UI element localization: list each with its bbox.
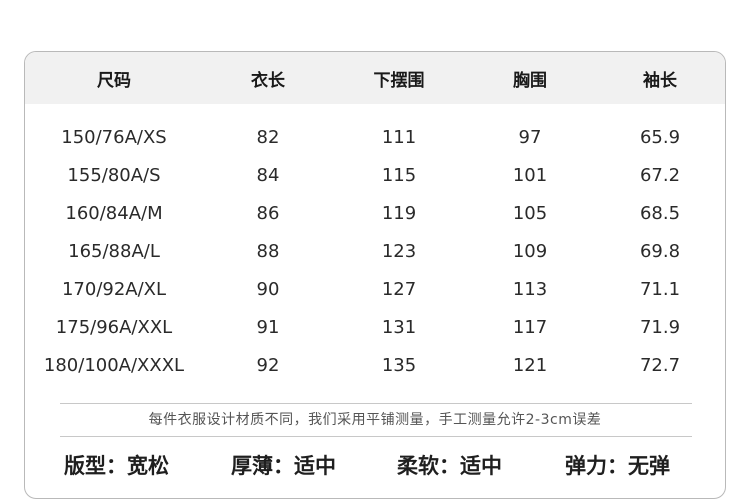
cell-sleeve: 67.2 — [639, 165, 681, 186]
cell-chest: 109 — [512, 241, 548, 262]
cell-hem: 119 — [381, 203, 417, 224]
cell-sleeve: 69.8 — [639, 241, 681, 262]
cell-hem: 111 — [381, 127, 417, 148]
cell-hem: 123 — [381, 241, 417, 262]
cell-length: 82 — [256, 127, 280, 148]
cell-size: 150/76A/XS — [61, 127, 167, 148]
cell-length: 84 — [256, 165, 280, 186]
cell-size: 180/100A/XXXL — [43, 355, 185, 376]
cell-hem: 115 — [381, 165, 417, 186]
cell-sleeve: 72.7 — [639, 355, 681, 376]
fabric-properties: 版型：宽松 厚薄：适中 柔软：适中 弹力：无弹 — [25, 450, 725, 484]
cell-chest: 97 — [518, 127, 542, 148]
cell-sleeve: 71.1 — [639, 279, 681, 300]
property-fit: 版型：宽松 — [64, 454, 169, 478]
table-row: 150/76A/XS 82 111 97 65.9 — [25, 123, 725, 153]
property-softness: 柔软：适中 — [397, 454, 502, 478]
table-row: 160/84A/M 86 119 105 68.5 — [25, 199, 725, 229]
property-thickness: 厚薄：适中 — [231, 454, 336, 478]
divider-top — [60, 403, 692, 404]
cell-chest: 105 — [512, 203, 548, 224]
cell-length: 92 — [256, 355, 280, 376]
cell-length: 91 — [256, 317, 280, 338]
cell-size: 160/84A/M — [65, 203, 163, 224]
cell-hem: 127 — [381, 279, 417, 300]
table-row: 180/100A/XXXL 92 135 121 72.7 — [25, 351, 725, 381]
cell-chest: 117 — [512, 317, 548, 338]
table-row: 165/88A/L 88 123 109 69.8 — [25, 237, 725, 267]
header-length: 衣长 — [251, 71, 285, 91]
cell-size: 155/80A/S — [67, 165, 161, 186]
divider-bottom — [60, 436, 692, 437]
header-chest: 胸围 — [513, 71, 547, 91]
measurement-note: 每件衣服设计材质不同，我们采用平铺测量，手工测量允许2-3cm误差 — [148, 412, 602, 428]
property-elasticity: 弹力：无弹 — [565, 454, 670, 478]
cell-hem: 131 — [381, 317, 417, 338]
cell-size: 165/88A/L — [68, 241, 160, 262]
cell-chest: 121 — [512, 355, 548, 376]
header-hem: 下摆围 — [373, 71, 425, 91]
size-chart-card: 尺码 衣长 下摆围 胸围 袖长 150/76A/XS 82 111 97 65.… — [24, 51, 726, 499]
cell-sleeve: 68.5 — [639, 203, 681, 224]
header-size: 尺码 — [97, 71, 131, 91]
cell-sleeve: 71.9 — [639, 317, 681, 338]
cell-chest: 101 — [512, 165, 548, 186]
header-sleeve: 袖长 — [643, 71, 677, 91]
cell-length: 86 — [256, 203, 280, 224]
cell-sleeve: 65.9 — [639, 127, 681, 148]
table-row: 170/92A/XL 90 127 113 71.1 — [25, 275, 725, 305]
table-row: 155/80A/S 84 115 101 67.2 — [25, 161, 725, 191]
table-row: 175/96A/XXL 91 131 117 71.9 — [25, 313, 725, 343]
cell-hem: 135 — [381, 355, 417, 376]
cell-length: 90 — [256, 279, 280, 300]
cell-length: 88 — [256, 241, 280, 262]
cell-size: 170/92A/XL — [61, 279, 167, 300]
cell-size: 175/96A/XXL — [55, 317, 173, 338]
table-header: 尺码 衣长 下摆围 胸围 袖长 — [25, 52, 725, 104]
cell-chest: 113 — [512, 279, 548, 300]
